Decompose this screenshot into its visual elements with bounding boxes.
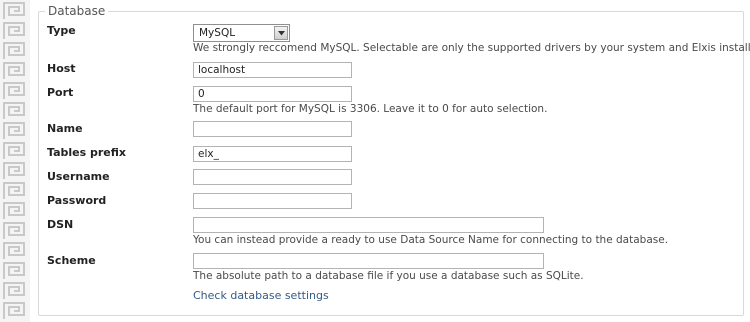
host-label: Host bbox=[47, 62, 76, 75]
password-label: Password bbox=[47, 194, 107, 207]
type-help: We strongly reccomend MySQL. Selectable … bbox=[193, 42, 750, 54]
password-input[interactable] bbox=[193, 193, 352, 209]
dsn-help: You can instead provide a ready to use D… bbox=[193, 234, 669, 246]
type-label: Type bbox=[47, 24, 76, 37]
host-input[interactable]: localhost bbox=[193, 62, 352, 78]
port-label: Port bbox=[47, 86, 74, 99]
check-database-settings-link[interactable]: Check database settings bbox=[193, 289, 329, 302]
name-label: Name bbox=[47, 122, 83, 135]
tables-prefix-input[interactable]: elx_ bbox=[193, 146, 352, 162]
type-select-value: MySQL bbox=[199, 27, 236, 39]
greek-key-border bbox=[0, 0, 30, 322]
chevron-down-icon[interactable] bbox=[274, 26, 288, 40]
dsn-input[interactable] bbox=[193, 217, 544, 233]
scheme-help: The absolute path to a database file if … bbox=[193, 270, 584, 282]
username-input[interactable] bbox=[193, 169, 352, 185]
name-input[interactable] bbox=[193, 121, 352, 137]
tables-prefix-label: Tables prefix bbox=[47, 146, 126, 159]
scheme-input[interactable] bbox=[193, 253, 544, 269]
fieldset-legend: Database bbox=[48, 4, 106, 18]
port-input[interactable]: 0 bbox=[193, 86, 352, 102]
username-label: Username bbox=[47, 170, 110, 183]
type-select[interactable]: MySQL bbox=[193, 24, 290, 42]
scheme-label: Scheme bbox=[47, 254, 96, 267]
port-help: The default port for MySQL is 3306. Leav… bbox=[193, 103, 548, 115]
dsn-label: DSN bbox=[47, 218, 74, 231]
